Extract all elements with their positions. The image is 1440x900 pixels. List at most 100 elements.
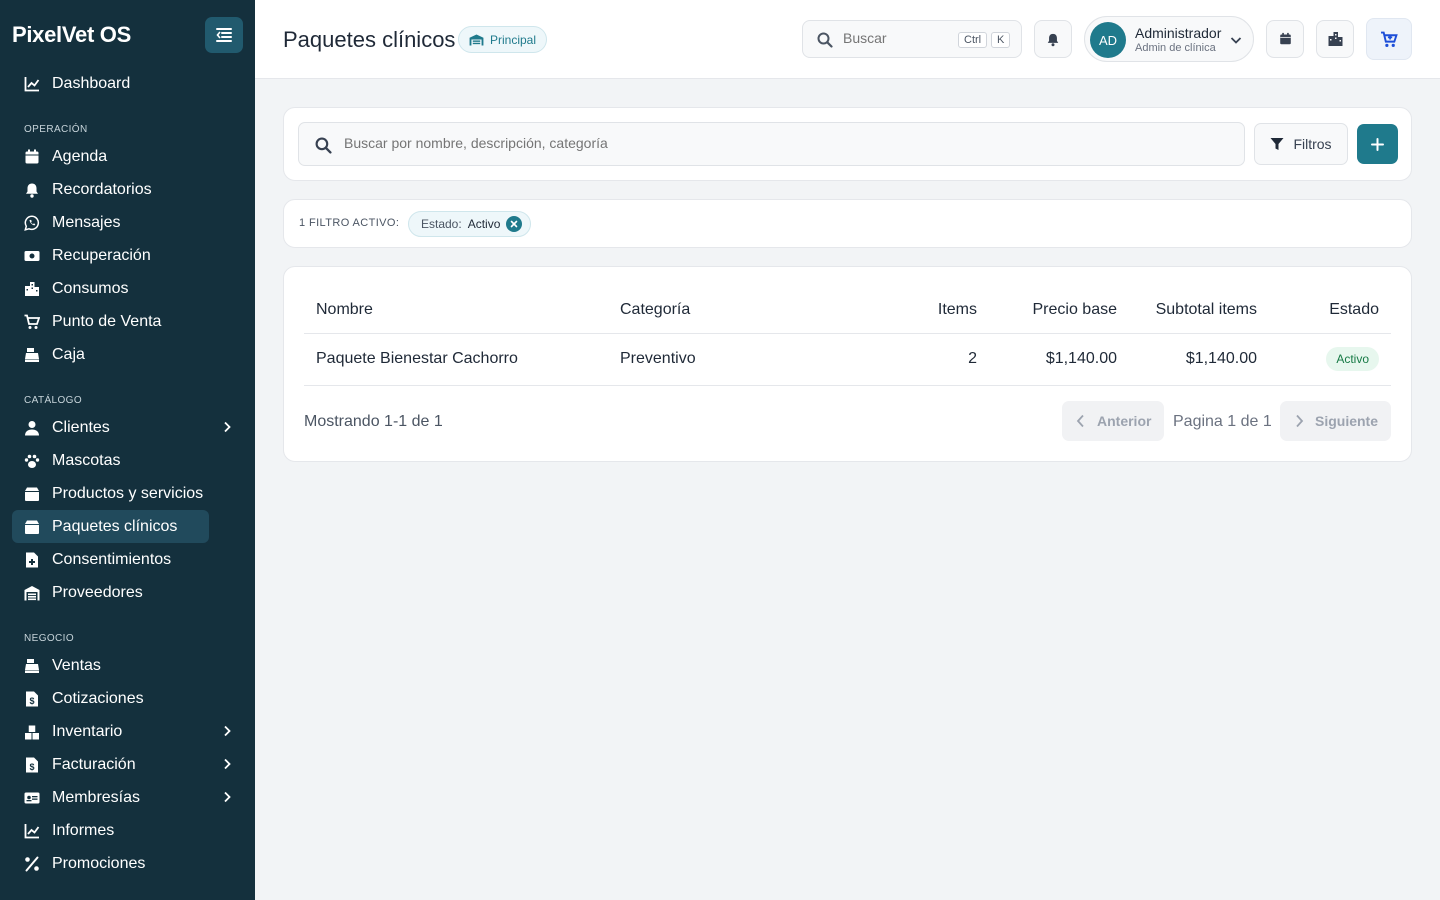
previous-page-label: Anterior: [1097, 413, 1152, 429]
chevron-left-icon: [1075, 414, 1087, 428]
sidebar-item-label: Facturación: [52, 755, 136, 773]
cart-button[interactable]: [1366, 18, 1412, 60]
sidebar-item-agenda[interactable]: Agenda: [12, 140, 245, 173]
notifications-button[interactable]: [1034, 20, 1072, 58]
sidebar-item-cotizaciones[interactable]: $ Cotizaciones: [12, 682, 245, 715]
file-invoice-icon: $: [24, 757, 40, 773]
sidebar-item-recordatorios[interactable]: Recordatorios: [12, 173, 245, 206]
sidebar-item-label: Ventas: [52, 656, 101, 674]
page-title: Paquetes clínicos: [283, 27, 456, 52]
chart-line-icon: [24, 76, 40, 92]
column-header-items[interactable]: Items: [838, 287, 989, 334]
sidebar-toggle-button[interactable]: [205, 17, 243, 53]
chevron-down-icon: [1230, 37, 1242, 44]
cell-items: 2: [838, 333, 989, 386]
sidebar-item-clientes[interactable]: Clientes: [12, 411, 245, 444]
clinics-button[interactable]: [1316, 20, 1354, 58]
column-header-estado[interactable]: Estado: [1269, 287, 1391, 334]
bell-icon: [24, 182, 40, 198]
chevron-right-icon: [1293, 414, 1305, 428]
warehouse-icon: [24, 585, 40, 601]
brand-logo: PixelVet OS: [12, 22, 131, 47]
sidebar-item-promociones[interactable]: Promociones: [12, 847, 245, 880]
add-package-button[interactable]: [1357, 124, 1398, 164]
sidebar-item-inventario[interactable]: Inventario: [12, 715, 245, 748]
file-invoice-icon: $: [24, 691, 40, 707]
cell-categoria: Preventivo: [608, 333, 838, 386]
cell-subtotal-items: $1,140.00: [1129, 333, 1269, 386]
previous-page-button[interactable]: Anterior: [1062, 401, 1165, 441]
avatar: AD: [1090, 22, 1126, 58]
package-search[interactable]: [298, 122, 1245, 166]
cell-estado: Activo: [1269, 333, 1391, 386]
sidebar-item-informes[interactable]: Informes: [12, 814, 245, 847]
cash-register-icon: [24, 658, 40, 674]
sidebar-item-label: Cotizaciones: [52, 689, 144, 707]
calendar-button[interactable]: [1266, 20, 1304, 58]
sidebar-item-label: Productos y servicios: [52, 484, 204, 502]
filter-icon: [1270, 137, 1284, 151]
user-menu[interactable]: AD Administrador Admin de clínica: [1084, 16, 1254, 62]
search-icon: [817, 32, 833, 48]
sidebar-item-mascotas[interactable]: Mascotas: [12, 444, 245, 477]
bell-icon: [1047, 33, 1059, 46]
sidebar-item-productos-y-servicios[interactable]: Productos y servicios: [12, 477, 245, 510]
sidebar-item-label: Proveedores: [52, 583, 143, 601]
plus-icon: [1371, 137, 1384, 151]
sidebar-item-recuperacion[interactable]: Recuperación: [12, 239, 245, 272]
table-row[interactable]: Paquete Bienestar Cachorro Preventivo 2 …: [304, 333, 1391, 386]
remove-filter-button[interactable]: [506, 216, 523, 232]
box-icon: [24, 486, 40, 502]
sidebar-item-dashboard[interactable]: Dashboard: [12, 67, 245, 100]
global-search[interactable]: Ctrl K: [802, 20, 1022, 58]
id-card-icon: [24, 790, 40, 806]
sidebar-item-membresias[interactable]: Membresías: [12, 781, 245, 814]
cell-nombre: Paquete Bienestar Cachorro: [304, 333, 608, 386]
close-icon: [511, 220, 518, 228]
shortcut-key-ctrl: Ctrl: [958, 32, 988, 48]
sidebar-item-punto-de-venta[interactable]: Punto de Venta: [12, 305, 245, 338]
sidebar-item-label: Agenda: [52, 147, 108, 165]
sidebar-item-consentimientos[interactable]: Consentimientos: [12, 543, 245, 576]
filters-button[interactable]: Filtros: [1254, 123, 1348, 165]
filters-button-label: Filtros: [1293, 136, 1332, 152]
package-icon: [24, 519, 40, 535]
sidebar-item-label: Consentimientos: [52, 550, 172, 568]
sidebar-item-facturacion[interactable]: $ Facturación: [12, 748, 245, 781]
svg-text:$: $: [29, 696, 34, 706]
filter-chip-estado[interactable]: Estado: Activo: [408, 211, 532, 237]
sidebar-item-label: Paquetes clínicos: [52, 517, 178, 535]
column-header-categoria[interactable]: Categoría: [608, 287, 838, 334]
paw-icon: [24, 453, 40, 469]
status-badge: Activo: [1326, 347, 1379, 371]
sidebar-item-label: Recuperación: [52, 246, 151, 264]
sidebar-item-proveedores[interactable]: Proveedores: [12, 576, 245, 609]
sidebar-item-label: Recordatorios: [52, 180, 152, 198]
column-header-subtotal-items[interactable]: Subtotal items: [1129, 287, 1269, 334]
column-header-nombre[interactable]: Nombre: [304, 287, 608, 334]
sidebar-item-label: Mensajes: [52, 213, 121, 231]
branch-badge[interactable]: Principal: [458, 26, 548, 53]
sidebar-item-mensajes[interactable]: Mensajes: [12, 206, 245, 239]
chevron-right-icon: [224, 758, 231, 770]
column-header-precio-base[interactable]: Precio base: [989, 287, 1129, 334]
user-role: Admin de clínica: [1135, 42, 1216, 54]
active-filters-card: 1 filtro activo: Estado: Activo: [283, 199, 1412, 248]
sidebar-item-consumos[interactable]: Consumos: [12, 272, 245, 305]
sidebar-item-label: Inventario: [52, 722, 123, 740]
cart-icon: [24, 314, 40, 330]
sidebar: PixelVet OS Dashboard Operación Agenda R…: [0, 0, 255, 900]
sidebar-item-caja[interactable]: Caja: [12, 338, 245, 371]
active-filter-count: 1 filtro activo:: [299, 217, 400, 229]
building-icon: [1328, 32, 1342, 46]
sidebar-item-label: Promociones: [52, 854, 146, 872]
global-search-input[interactable]: [843, 30, 953, 46]
next-page-label: Siguiente: [1315, 413, 1379, 429]
package-search-input[interactable]: [344, 135, 1224, 151]
chevron-right-icon: [224, 725, 231, 737]
next-page-button[interactable]: Siguiente: [1280, 401, 1392, 441]
file-medical-icon: [24, 552, 40, 568]
sidebar-item-ventas[interactable]: Ventas: [12, 649, 245, 682]
sidebar-item-paquetes-clinicos[interactable]: Paquetes clínicos: [12, 510, 209, 543]
cart-plus-icon: [1381, 31, 1398, 47]
